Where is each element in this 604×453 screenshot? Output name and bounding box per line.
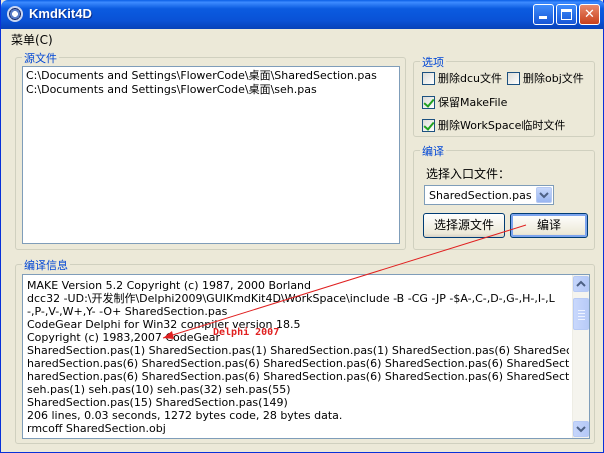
main-window: KmdKit4D ✕ 菜单(C) 源文件 C:\Documents and Se… xyxy=(0,0,604,453)
annotation-text: Delphi 2007 xyxy=(213,327,280,338)
annotation-arrow-icon xyxy=(162,224,527,339)
